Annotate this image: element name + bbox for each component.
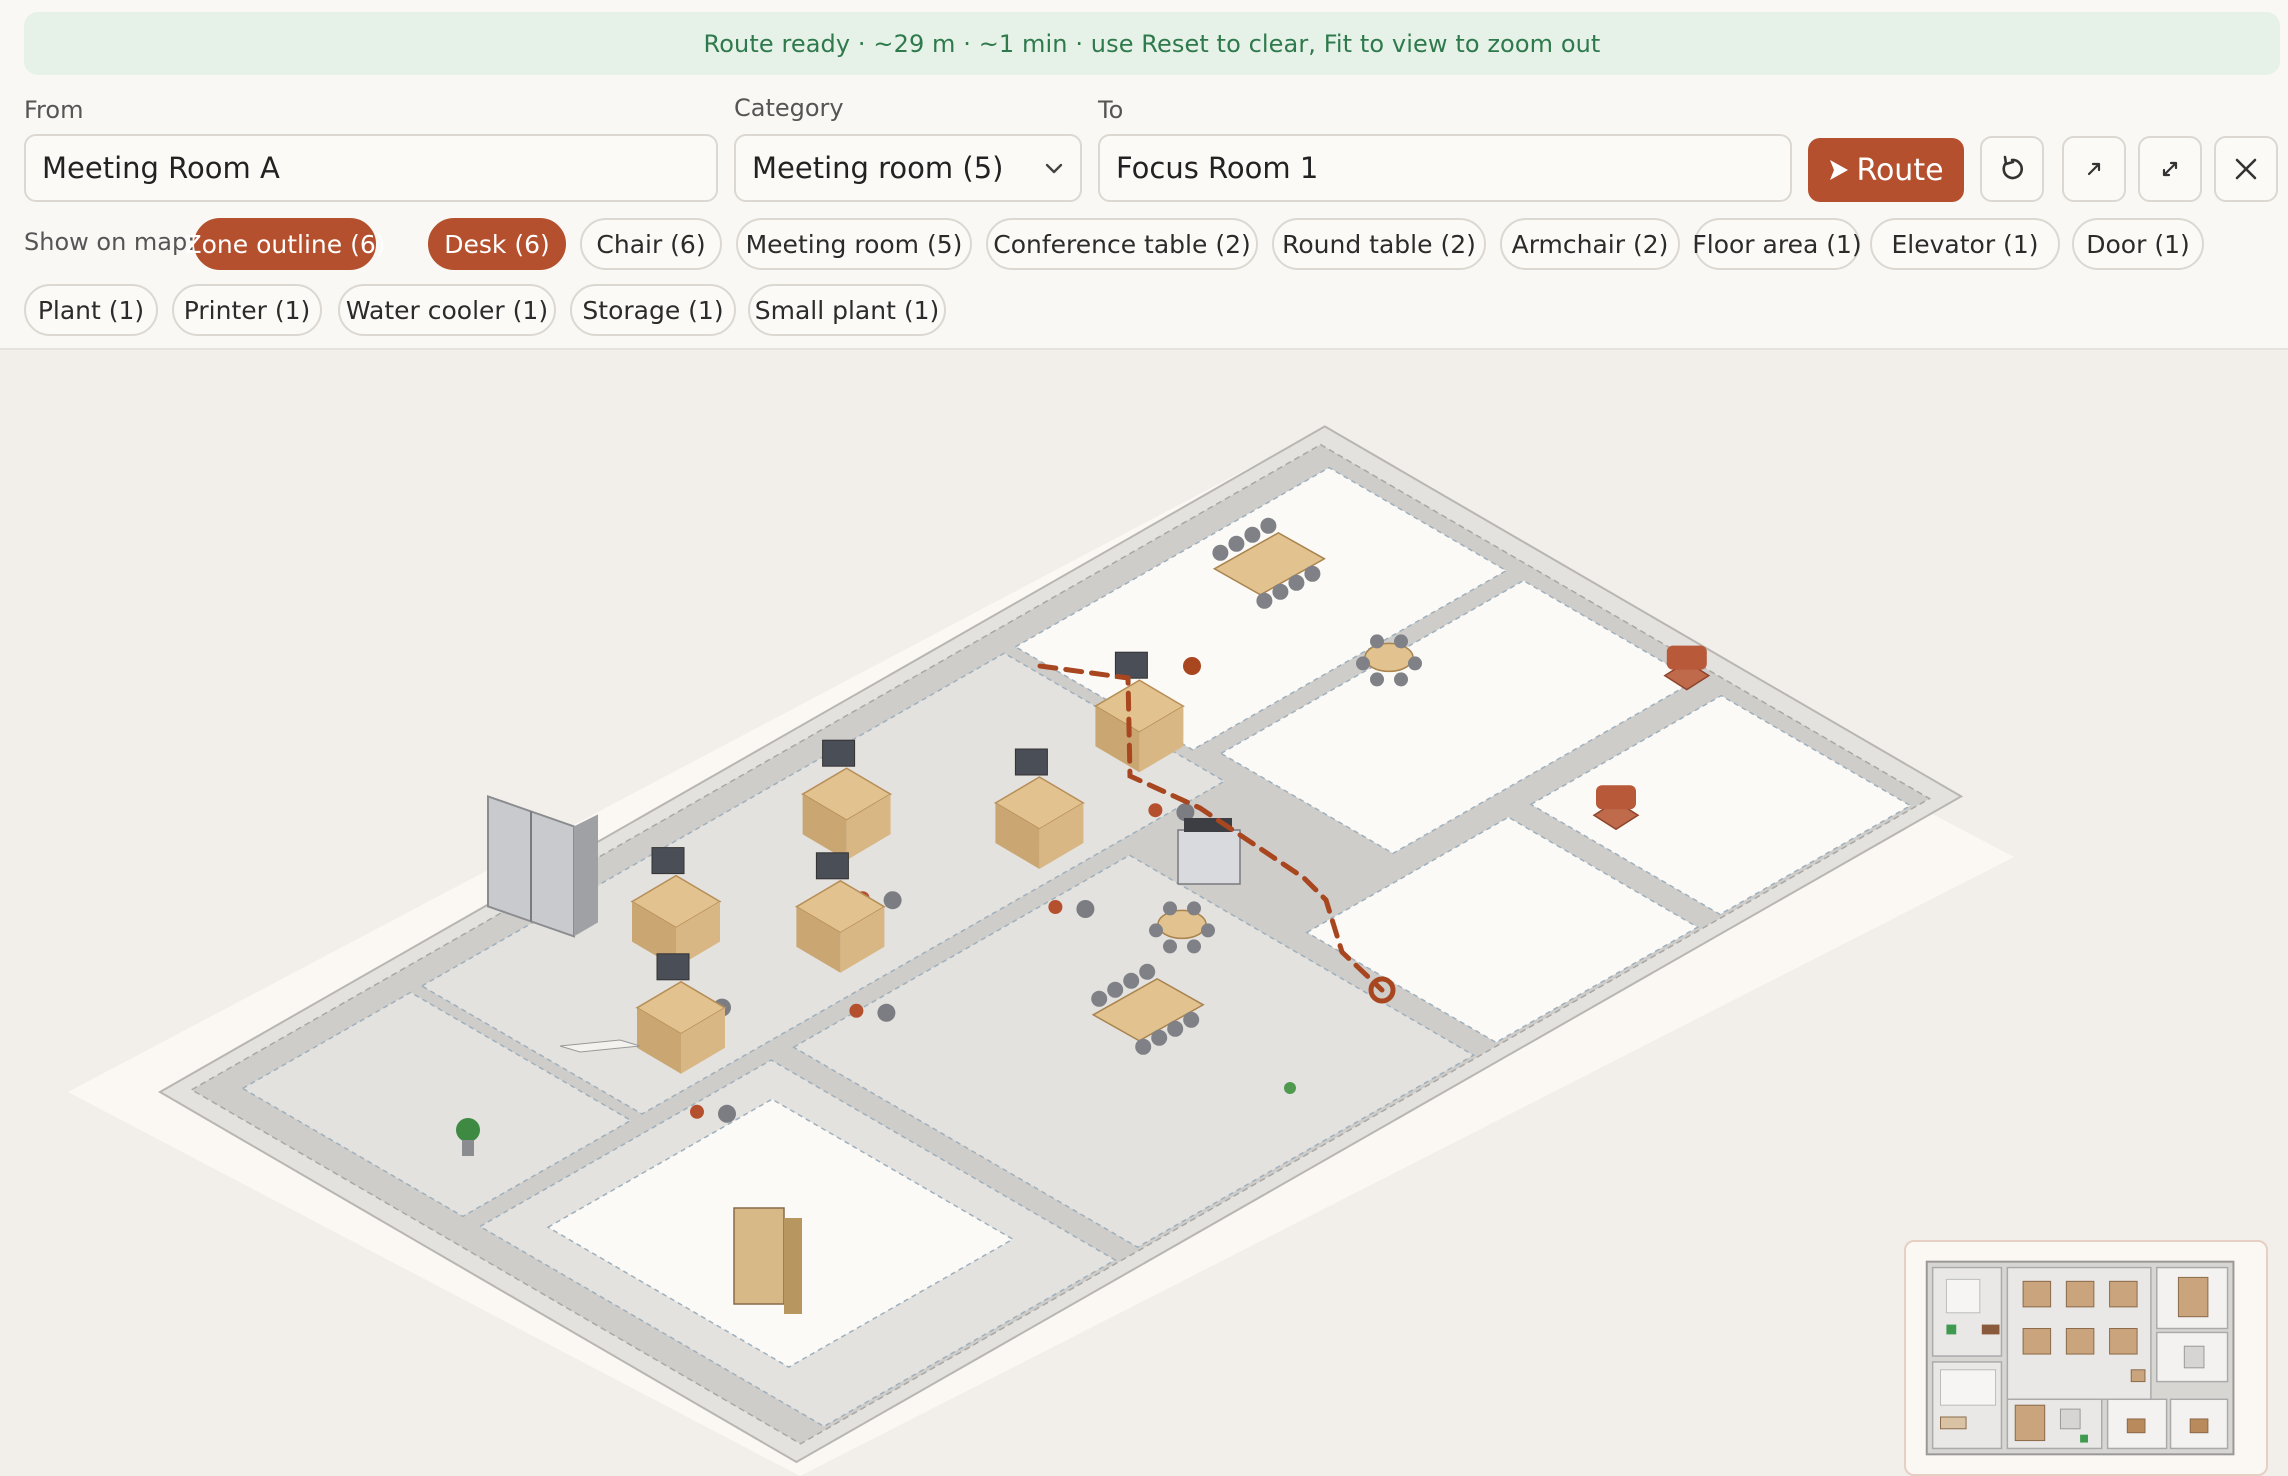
desk-5-chair-icon <box>718 1104 736 1123</box>
chip[interactable]: Meeting room (5) <box>736 218 972 270</box>
control-panel: Route ready · ~29 m · ~1 min · use Reset… <box>0 0 2288 350</box>
route-button[interactable]: Route <box>1808 138 1964 202</box>
to-field[interactable]: Focus Room 1 <box>1098 134 1792 202</box>
round-table-2-chair-icon <box>1163 939 1177 954</box>
round-table-2-chair-icon <box>1201 923 1215 938</box>
conference-table-2-chair-icon <box>1139 963 1156 980</box>
chip[interactable]: Elevator (1) <box>1870 218 2060 270</box>
route-button-label: Route <box>1856 152 1944 188</box>
round-table-1-chair-icon <box>1370 634 1384 649</box>
chip[interactable]: Water cooler (1) <box>338 284 556 336</box>
conference-table-1-chair-icon <box>1256 592 1273 609</box>
arrow-right-icon <box>1830 160 1849 180</box>
desk-4-seat-marker <box>849 1003 864 1018</box>
to-value: Focus Room 1 <box>1116 151 1319 185</box>
round-table-2-chair-icon <box>1187 939 1201 954</box>
conference-table-1-chair-icon <box>1272 583 1289 600</box>
armchair-2-back <box>1666 645 1707 670</box>
printer <box>1177 829 1241 885</box>
chip[interactable]: Desk (6) <box>428 218 566 270</box>
elevator-side <box>574 814 598 937</box>
reset-button[interactable] <box>1980 136 2044 202</box>
desk-5-seat-marker <box>690 1104 704 1119</box>
from-field[interactable]: Meeting Room A <box>24 134 718 202</box>
conference-table-2-chair-icon <box>1107 981 1124 998</box>
conference-table-2-chair-icon <box>1091 990 1108 1007</box>
desk-3-monitor-icon <box>1014 748 1048 776</box>
desk-3-seat-marker <box>1048 900 1063 914</box>
category-value: Meeting room (5) <box>752 151 1004 185</box>
round-table-1-chair-icon <box>1394 634 1408 649</box>
round-table-2 <box>1157 909 1207 940</box>
from-value: Meeting Room A <box>42 151 280 185</box>
chip[interactable]: Zone outline (6) <box>185 218 386 270</box>
chevron-down-icon <box>1045 163 1063 174</box>
conference-table-2-chair-icon <box>1151 1029 1168 1046</box>
chip[interactable]: Round table (2) <box>1272 218 1486 270</box>
chip[interactable]: Storage (1) <box>570 284 736 336</box>
chip[interactable]: Printer (1) <box>172 284 322 336</box>
reset-icon <box>2002 155 2024 180</box>
conference-table-1-chair-icon <box>1212 544 1229 561</box>
desk-1-monitor-icon <box>651 847 685 875</box>
route-start-marker <box>1183 657 1201 675</box>
small-plant-icon <box>1284 1082 1296 1094</box>
close-icon <box>2235 158 2257 180</box>
close-button[interactable] <box>2214 136 2278 202</box>
desk-6-monitor-icon <box>1114 651 1148 679</box>
armchair-1-back <box>1596 785 1636 810</box>
conference-table-1-chair-icon <box>1260 517 1277 534</box>
expand-button[interactable] <box>2062 136 2126 202</box>
chip[interactable]: Chair (6) <box>580 218 722 270</box>
desk-5-monitor-icon <box>656 953 690 981</box>
conference-table-1-chair-icon <box>1244 526 1261 543</box>
desk-2-chair-icon <box>883 891 902 910</box>
desk-3-chair-icon <box>1076 900 1095 918</box>
category-select[interactable]: Meeting room (5) <box>734 134 1082 202</box>
desk-2-monitor-icon <box>822 739 856 767</box>
chip[interactable]: Armchair (2) <box>1500 218 1680 270</box>
storage-cabinet <box>733 1207 785 1305</box>
storage-side <box>784 1218 802 1314</box>
chip[interactable]: Conference table (2) <box>986 218 1258 270</box>
conference-table-2-chair-icon <box>1135 1038 1152 1055</box>
conference-table-2-chair-icon <box>1123 972 1140 989</box>
desk-4-monitor-icon <box>815 852 849 880</box>
round-table-1-chair-icon <box>1394 672 1408 687</box>
chip[interactable]: Floor area (1) <box>1692 218 1862 270</box>
chips-label: Show on map: <box>24 228 196 256</box>
conference-table-2-chair-icon <box>1167 1020 1184 1037</box>
expand-icon <box>2087 162 2101 176</box>
fit-view-button[interactable] <box>2138 136 2202 202</box>
plant-pot <box>462 1140 474 1156</box>
plant-icon <box>456 1118 480 1142</box>
to-label: To <box>1098 96 1124 124</box>
round-table-1-chair-icon <box>1370 672 1384 687</box>
fit-icon <box>2162 161 2178 177</box>
round-table-1-chair-icon <box>1356 656 1370 671</box>
conference-table-1-chair-icon <box>1228 535 1245 552</box>
chip[interactable]: Door (1) <box>2072 218 2204 270</box>
chip[interactable]: Plant (1) <box>24 284 158 336</box>
status-banner: Route ready · ~29 m · ~1 min · use Reset… <box>24 12 2280 75</box>
category-label: Category <box>734 94 844 122</box>
round-table-2-chair-icon <box>1149 923 1163 938</box>
conference-table-1-chair-icon <box>1288 574 1305 591</box>
desk-6-seat-marker <box>1148 803 1163 818</box>
minimap-frame <box>1925 1260 2235 1456</box>
round-table-1-chair-icon <box>1408 656 1422 671</box>
conference-table-1-chair-icon <box>1304 565 1321 582</box>
round-table-1 <box>1364 642 1414 673</box>
from-label: From <box>24 96 84 124</box>
desk-4-chair-icon <box>877 1003 896 1022</box>
minimap[interactable] <box>1904 1240 2268 1476</box>
conference-table-2-chair-icon <box>1183 1011 1200 1028</box>
round-table-2-chair-icon <box>1187 901 1201 916</box>
chip[interactable]: Small plant (1) <box>748 284 946 336</box>
round-table-2-chair-icon <box>1163 901 1177 916</box>
